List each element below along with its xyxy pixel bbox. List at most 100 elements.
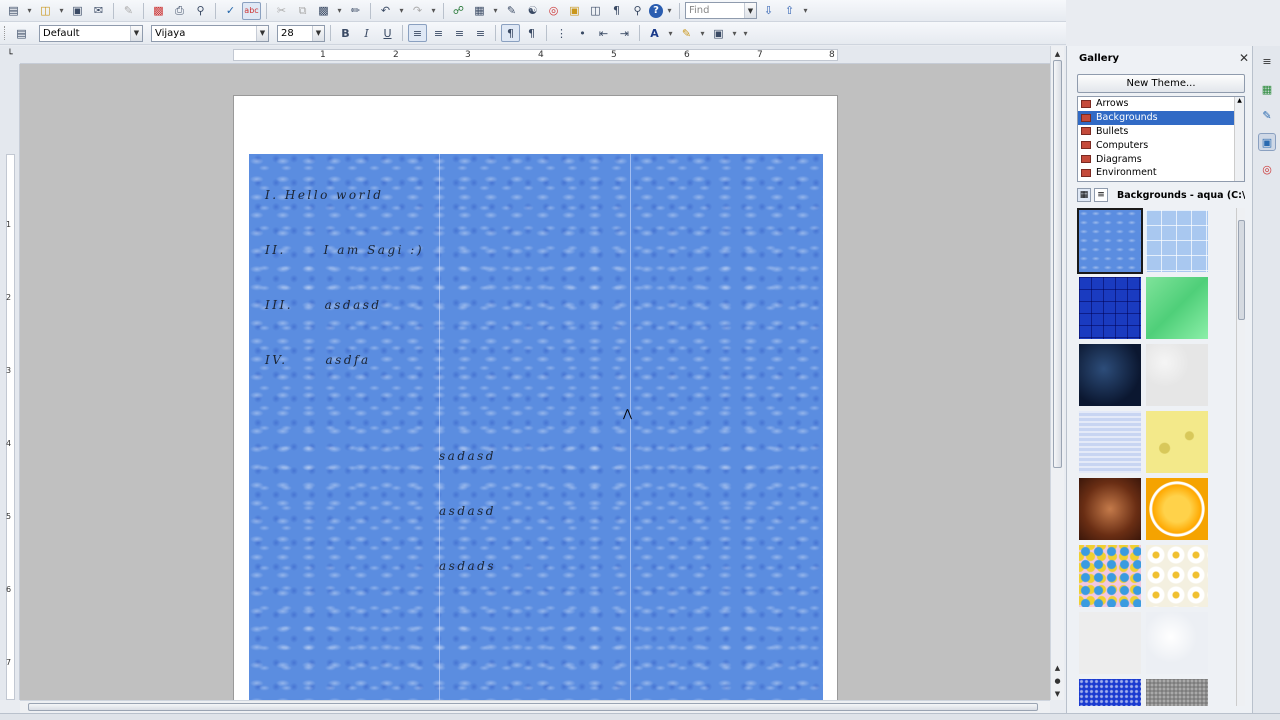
justify-icon[interactable]: ≡ (471, 24, 490, 42)
font-name-select[interactable]: Vijaya ▼ (151, 24, 269, 42)
show-draw-functions-icon[interactable]: ✎ (502, 2, 521, 20)
horizontal-scroll-thumb[interactable] (28, 703, 1038, 711)
table-icon[interactable]: ▦ (470, 2, 489, 20)
bullets-icon[interactable]: • (573, 24, 592, 42)
underline-button[interactable]: U (378, 24, 397, 42)
align-center-icon[interactable]: ≡ (429, 24, 448, 42)
align-right-icon[interactable]: ≡ (450, 24, 469, 42)
autospellcheck-icon[interactable]: abc (242, 1, 261, 20)
thumbnail-white-texture[interactable] (1146, 612, 1208, 674)
thumbnail-dark-blue[interactable] (1079, 344, 1141, 406)
highlighting-icon[interactable]: ✎ (677, 24, 696, 42)
font-dropdown-icon[interactable]: ▼ (256, 25, 268, 41)
font-color-dropdown-icon[interactable]: ▾ (666, 24, 675, 42)
gallery-tab-icon[interactable]: ▣ (1258, 133, 1276, 151)
theme-list[interactable]: Arrows Backgrounds Bullets Computers Dia… (1077, 96, 1245, 182)
formatting-marks-icon[interactable]: ¶ (607, 2, 626, 20)
hyperlink-icon[interactable]: ☍ (449, 2, 468, 20)
properties-icon[interactable]: ▦ (1258, 80, 1276, 98)
find-next-icon[interactable]: ⇩ (759, 2, 778, 20)
theme-item-bullets[interactable]: Bullets (1078, 125, 1244, 139)
numbering-icon[interactable]: ⋮ (552, 24, 571, 42)
thumbnail-candy[interactable] (1079, 545, 1141, 607)
help-icon[interactable]: ? (649, 3, 663, 18)
paste-icon[interactable]: ▩ (314, 2, 333, 20)
sidebar-menu-icon[interactable]: ≡ (1258, 52, 1276, 70)
copy-icon[interactable]: ⧉ (293, 2, 312, 20)
next-page-icon[interactable]: ▼ (1052, 688, 1063, 699)
toolbar-overflow-icon[interactable]: ▾ (665, 2, 674, 20)
open-folder-icon[interactable]: ◫ (36, 2, 55, 20)
size-dropdown-icon[interactable]: ▼ (312, 25, 324, 41)
undo-icon[interactable]: ↶ (376, 2, 395, 20)
background-color-icon[interactable]: ▣ (709, 24, 728, 42)
thumbnail-green-water[interactable] (1146, 277, 1208, 339)
thumbnail-blue-squares[interactable] (1079, 277, 1141, 339)
icon-view-icon[interactable]: ▦ (1077, 188, 1091, 202)
styles-icon[interactable]: ✎ (1258, 106, 1276, 124)
paragraph-style-select[interactable]: Default ▼ (39, 24, 143, 42)
new-theme-button[interactable]: New Theme... (1077, 74, 1245, 93)
thumbnail-daisies[interactable] (1146, 545, 1208, 607)
new-dropdown-icon[interactable]: ▾ (25, 2, 34, 20)
font-size-select[interactable]: 28 ▼ (277, 24, 325, 42)
theme-item-computers[interactable]: Computers (1078, 138, 1244, 152)
italic-button[interactable]: I (357, 24, 376, 42)
save-icon[interactable]: ▣ (68, 2, 87, 20)
thumbnail-orange[interactable] (1146, 478, 1208, 540)
undo-dropdown-icon[interactable]: ▾ (397, 2, 406, 20)
clone-formatting-icon[interactable]: ✏ (346, 2, 365, 20)
thumbnail-cheese[interactable] (1146, 411, 1208, 473)
right-to-left-icon[interactable]: ¶ (522, 24, 541, 42)
document-line[interactable]: asdasd (439, 504, 496, 518)
gallery-icon[interactable]: ▣ (565, 2, 584, 20)
format-overflow-icon[interactable]: ▾ (741, 24, 750, 42)
close-icon[interactable]: ✕ (1239, 51, 1249, 65)
cut-icon[interactable]: ✂ (272, 2, 291, 20)
edit-file-icon[interactable]: ✎ (119, 2, 138, 20)
navigation-icon[interactable]: ● (1052, 675, 1063, 686)
thumbnail-white-paper[interactable] (1146, 344, 1208, 406)
align-left-icon[interactable]: ≡ (408, 24, 427, 42)
redo-icon[interactable]: ↷ (408, 2, 427, 20)
spellcheck-icon[interactable]: ✓ (221, 2, 240, 20)
print-icon[interactable]: ⎙ (170, 2, 189, 20)
find-previous-icon[interactable]: ⇧ (780, 2, 799, 20)
navigator-tab-icon[interactable]: ◎ (1258, 160, 1276, 178)
open-dropdown-icon[interactable]: ▾ (57, 2, 66, 20)
thumbnail-chocolate[interactable] (1079, 478, 1141, 540)
document-area[interactable]: I. Hello world II. I am Sagi :) III. asd… (20, 64, 1050, 700)
vertical-ruler[interactable]: 1 2 3 4 5 6 7 (0, 64, 20, 700)
toolbar-grip[interactable] (4, 26, 7, 40)
highlighting-dropdown-icon[interactable]: ▾ (698, 24, 707, 42)
document-line[interactable]: II. I am Sagi :) (265, 243, 424, 257)
page-background-area[interactable]: I. Hello world II. I am Sagi :) III. asd… (249, 154, 823, 700)
find-overflow-icon[interactable]: ▾ (801, 2, 810, 20)
left-to-right-icon[interactable]: ¶ (501, 24, 520, 42)
theme-item-backgrounds[interactable]: Backgrounds (1078, 110, 1244, 125)
find-replace-icon[interactable]: ☯ (523, 2, 542, 20)
horizontal-ruler[interactable]: 1 2 3 4 5 6 7 8 (20, 46, 1050, 64)
document-line[interactable]: III. asdasd (265, 298, 382, 312)
navigator-icon[interactable]: ◎ (544, 2, 563, 20)
export-pdf-icon[interactable]: ▩ (149, 2, 168, 20)
thumbnail-aqua[interactable] (1077, 208, 1143, 274)
print-preview-icon[interactable]: ⚲ (191, 2, 210, 20)
document-line[interactable]: asdads (439, 559, 496, 573)
redo-dropdown-icon[interactable]: ▾ (429, 2, 438, 20)
data-sources-icon[interactable]: ◫ (586, 2, 605, 20)
style-dropdown-icon[interactable]: ▼ (130, 25, 142, 41)
document-page[interactable]: I. Hello world II. I am Sagi :) III. asd… (233, 95, 838, 700)
thumbnails-scrollbar[interactable] (1236, 208, 1245, 706)
thumbnail-blue-texture[interactable] (1079, 411, 1141, 473)
thumbnails-scroll-thumb[interactable] (1238, 220, 1245, 320)
email-icon[interactable]: ✉ (89, 2, 108, 20)
thumbnail-blue-sparkle[interactable] (1079, 679, 1141, 706)
find-input[interactable]: Find ▼ (685, 2, 757, 19)
theme-item-environment[interactable]: Environment (1078, 166, 1244, 180)
thumbnail-grey-stone[interactable] (1146, 679, 1208, 706)
theme-item-arrows[interactable]: Arrows (1078, 97, 1244, 111)
previous-page-icon[interactable]: ▲ (1052, 662, 1063, 673)
document-line[interactable]: I. Hello world (265, 188, 383, 202)
detailed-view-icon[interactable]: ≡ (1094, 188, 1108, 202)
